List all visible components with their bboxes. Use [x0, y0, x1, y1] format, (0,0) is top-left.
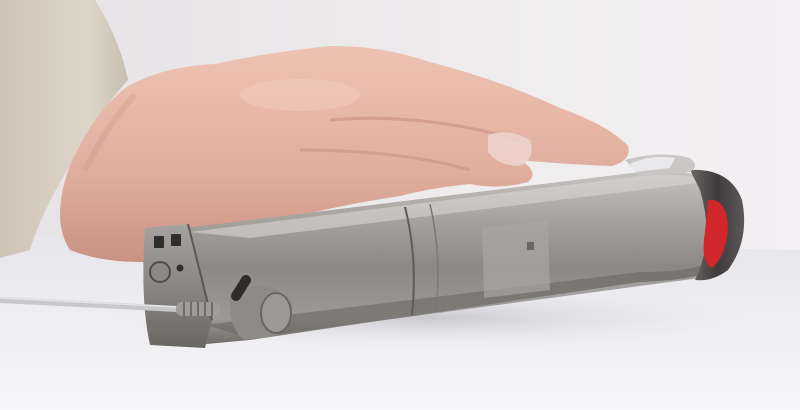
label-panel — [482, 221, 550, 298]
front-vent-2 — [171, 234, 181, 246]
front-hole — [176, 264, 184, 272]
front-vent-1 — [154, 236, 164, 248]
front-button — [149, 261, 171, 283]
small-port — [527, 242, 534, 250]
cable-strain-relief — [176, 302, 220, 316]
photo-scene — [0, 0, 800, 410]
